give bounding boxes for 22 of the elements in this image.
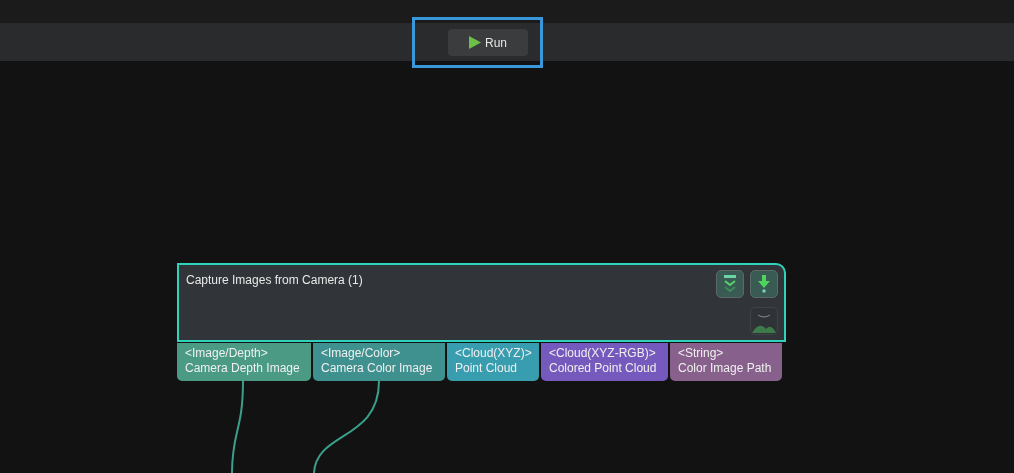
output-port[interactable]: <Cloud(XYZ)> Point Cloud [447, 343, 539, 381]
port-type: <Cloud(XYZ-RGB)> [549, 346, 657, 361]
port-name: Camera Color Image [321, 361, 434, 376]
output-port[interactable]: <Cloud(XYZ-RGB)> Colored Point Cloud [541, 343, 668, 381]
run-button[interactable]: Run [448, 29, 528, 56]
port-type: <String> [678, 346, 725, 361]
output-port[interactable]: <String> Color Image Path [670, 343, 782, 381]
collapse-icon[interactable] [716, 270, 744, 298]
port-name: Point Cloud [455, 361, 519, 376]
output-port[interactable]: <Image/Color> Camera Color Image [313, 343, 445, 381]
port-name: Camera Depth Image [185, 361, 301, 376]
port-name: Color Image Path [678, 361, 773, 376]
download-icon[interactable] [750, 270, 778, 298]
output-port[interactable]: <Image/Depth> Camera Depth Image [177, 343, 311, 381]
port-type: <Image/Color> [321, 346, 402, 361]
port-type: <Image/Depth> [185, 346, 269, 361]
port-name: Colored Point Cloud [549, 361, 658, 376]
image-preview-icon[interactable] [750, 307, 778, 335]
port-type: <Cloud(XYZ)> [455, 346, 531, 361]
play-icon [469, 36, 481, 49]
node-title: Capture Images from Camera (1) [186, 272, 363, 289]
node-card[interactable]: Capture Images from Camera (1) [177, 263, 786, 342]
